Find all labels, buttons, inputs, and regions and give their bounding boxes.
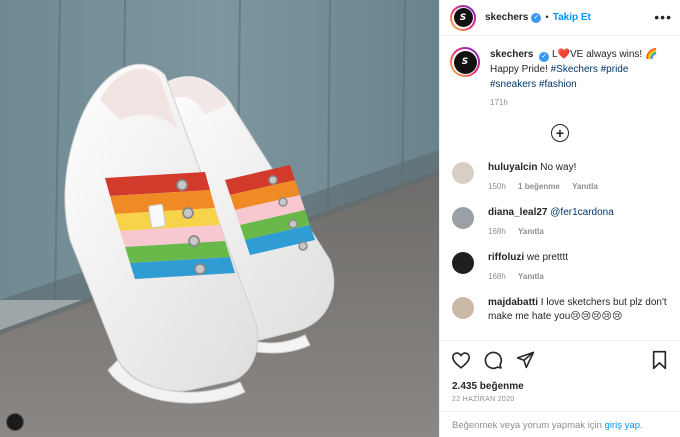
comments-list[interactable]: S skechers ✓ L❤️VE always wins! 🌈 Happy …	[440, 37, 680, 339]
skechers-logo: S	[459, 12, 467, 23]
heart-emoji: ❤️	[557, 49, 570, 60]
list-item: majdabatti I love sketchers but plz don'…	[440, 284, 680, 324]
login-prompt: Beğenmek veya yorum yapmak için giriş ya…	[440, 411, 680, 437]
list-item: diana_leal27 @fer1cardona 168h Yanıtla	[440, 194, 680, 239]
avatar[interactable]	[452, 207, 474, 229]
separator: •	[545, 12, 549, 23]
share-icon[interactable]	[514, 349, 536, 371]
bookmark-icon[interactable]	[648, 349, 670, 371]
reply-button[interactable]: Yanıtla	[572, 182, 598, 191]
post-header: S skechers ✓ • Takip Et •••	[440, 0, 680, 36]
verified-icon: ✓	[539, 52, 550, 62]
likes-count[interactable]: 2.435 beğenme	[452, 381, 524, 392]
comment-username[interactable]: riffoluzi	[488, 252, 524, 263]
comment-text: No way!	[540, 162, 577, 173]
hashtag-link[interactable]: #Skechers	[551, 64, 598, 75]
post-date: 22 HAZİRAN 2020	[452, 396, 515, 403]
login-link[interactable]: giriş yap	[605, 420, 640, 431]
avatar[interactable]: S	[450, 47, 480, 77]
hashtag-link[interactable]: #pride	[601, 64, 629, 75]
follow-button[interactable]: Takip Et	[553, 12, 591, 23]
sneakers-image	[0, 0, 439, 437]
skechers-logo: S	[461, 57, 469, 67]
comment-username[interactable]: majdabatti	[488, 297, 538, 308]
hashtag-link[interactable]: #fashion	[539, 79, 577, 90]
list-item: huluyalcin No way! 150h 1 beğenme Yanıtl…	[440, 152, 680, 194]
avatar[interactable]	[452, 252, 474, 274]
caption-timestamp[interactable]: 171h	[490, 98, 508, 107]
comment-likes[interactable]: 1 beğenme	[518, 182, 560, 191]
post-photo[interactable]	[0, 0, 439, 437]
comment-timestamp[interactable]: 150h	[488, 182, 506, 191]
avatar[interactable]	[452, 297, 474, 319]
comment-icon[interactable]	[482, 349, 504, 371]
reply-button[interactable]: Yanıtla	[518, 227, 544, 236]
comment-username[interactable]: diana_leal27	[488, 207, 547, 218]
more-options-icon[interactable]: •••	[654, 9, 672, 25]
caption-text: VE always wins! 🌈	[569, 49, 658, 60]
comment-username[interactable]: huluyalcin	[488, 162, 537, 173]
login-prompt-suffix: .	[639, 420, 643, 431]
caption-text: Happy Pride!	[490, 64, 548, 75]
hashtag-link[interactable]: #sneakers	[490, 79, 536, 90]
login-prompt-text: Beğenmek veya yorum yapmak için	[452, 420, 602, 431]
list-item: riffoluzi we pretttt 168h Yanıtla	[440, 239, 680, 284]
action-bar	[440, 340, 680, 378]
plus-circle-icon[interactable]: +	[551, 124, 569, 142]
mention-link[interactable]: @fer1cardona	[550, 207, 614, 218]
verified-icon: ✓	[531, 12, 542, 23]
comment-timestamp[interactable]: 168h	[488, 227, 506, 236]
username-link[interactable]: skechers	[485, 12, 528, 23]
comment-text: we pretttt	[526, 252, 569, 263]
heart-icon[interactable]	[450, 349, 472, 371]
avatar[interactable]	[452, 162, 474, 184]
caption-username[interactable]: skechers	[490, 49, 533, 60]
reply-button[interactable]: Yanıtla	[518, 272, 544, 281]
avatar[interactable]: S	[450, 4, 476, 31]
caption: S skechers ✓ L❤️VE always wins! 🌈 Happy …	[440, 37, 680, 110]
post-panel: S skechers ✓ • Takip Et ••• S skechers ✓…	[439, 0, 680, 437]
account-badge-icon	[6, 413, 24, 431]
comment-timestamp[interactable]: 168h	[488, 272, 506, 281]
